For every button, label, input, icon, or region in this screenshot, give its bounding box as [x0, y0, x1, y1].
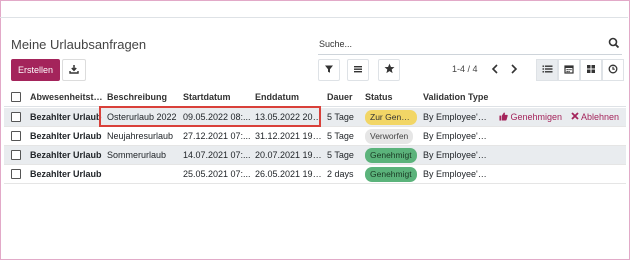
row-start-date: 14.07.2021 07:... — [183, 150, 251, 160]
filter-button[interactable] — [318, 59, 340, 81]
column-header[interactable]: Enddatum — [255, 92, 322, 102]
download-button[interactable] — [62, 59, 86, 81]
table-header-row: Abwesenheitsty... Beschreibung Startdatu… — [4, 88, 626, 107]
approve-label: Genehmigen — [510, 112, 563, 122]
column-header[interactable]: Validation Type — [423, 92, 513, 102]
favorites-button[interactable] — [378, 59, 400, 81]
column-header[interactable]: Beschreibung — [107, 92, 181, 102]
row-checkbox[interactable] — [11, 112, 21, 122]
column-header[interactable]: Dauer — [327, 92, 361, 102]
row-type: Bezahlter Urlaub — [30, 169, 102, 179]
row-duration: 2 days — [327, 169, 354, 179]
table-row[interactable]: Bezahlter Urlaub 25.05.2021 07:... 26.05… — [4, 165, 626, 184]
reject-button[interactable]: Ablehnen — [571, 112, 619, 122]
list-view-button[interactable] — [536, 59, 558, 81]
filter-icon — [324, 64, 334, 77]
search-input[interactable] — [319, 39, 589, 49]
download-icon — [69, 64, 79, 77]
calendar-view-button[interactable] — [558, 59, 580, 81]
column-header[interactable]: Abwesenheitsty... — [30, 92, 103, 102]
row-start-date: 27.12.2021 07:... — [183, 131, 251, 141]
row-duration: 5 Tage — [327, 150, 354, 160]
thumbs-up-icon — [499, 112, 508, 121]
pager-next-button[interactable] — [505, 60, 523, 80]
group-by-button[interactable] — [347, 59, 369, 81]
row-checkbox[interactable] — [11, 131, 21, 141]
row-type: Bezahlter Urlaub — [30, 150, 102, 160]
row-end-date: 31.12.2021 19:... — [255, 131, 322, 141]
create-button[interactable]: Erstellen — [11, 59, 60, 81]
reject-label: Ablehnen — [581, 112, 620, 122]
star-icon — [384, 63, 395, 77]
search-bar[interactable] — [318, 33, 622, 55]
table-row[interactable]: Bezahlter Urlaub Sommerurlaub 14.07.2021… — [4, 146, 626, 165]
row-duration: 5 Tage — [327, 112, 354, 122]
select-all-checkbox[interactable] — [11, 92, 21, 102]
row-type: Bezahlter Urlaub — [30, 131, 102, 141]
row-validation-type: By Employee's ... — [423, 131, 489, 141]
row-description: Sommerurlaub — [107, 150, 167, 160]
row-end-date: 20.07.2021 19:... — [255, 150, 322, 160]
row-divider — [4, 183, 626, 184]
row-start-date: 25.05.2021 07:... — [183, 169, 251, 179]
grid-icon — [586, 64, 596, 77]
approve-button[interactable]: Genehmigen — [499, 112, 562, 122]
search-icon[interactable] — [608, 37, 620, 49]
row-end-date: 26.05.2021 19:... — [255, 169, 322, 179]
highlight-box — [99, 106, 321, 127]
row-checkbox[interactable] — [11, 169, 21, 179]
row-duration: 5 Tage — [327, 131, 354, 141]
close-icon — [571, 112, 579, 120]
activity-view-button[interactable] — [602, 59, 624, 81]
status-badge: Verworfen — [365, 129, 414, 144]
clock-icon — [608, 64, 618, 77]
page-title: Meine Urlaubsanfragen — [11, 37, 147, 52]
row-status: Genehmigt — [365, 167, 421, 182]
row-validation-type: By Employee's ... — [423, 169, 489, 179]
calendar-icon — [564, 64, 574, 77]
list-view-icon — [542, 64, 553, 77]
row-validation-type: By Employee's ... — [423, 150, 489, 160]
row-validation-type: By Employee's ... — [423, 112, 489, 122]
pager-previous-button[interactable] — [486, 60, 504, 80]
pager-value[interactable]: 1-4 / 4 — [452, 64, 478, 74]
chevron-left-icon — [491, 63, 499, 77]
row-status: Genehmigt — [365, 148, 421, 163]
status-badge: Genehmigt — [365, 148, 417, 163]
table-row[interactable]: Bezahlter Urlaub Neujahresurlaub 27.12.2… — [4, 127, 626, 146]
list-lines-icon — [353, 64, 363, 77]
status-badge: Zur Gene... — [365, 110, 417, 125]
chevron-right-icon — [510, 63, 518, 77]
row-status: Zur Gene... — [365, 110, 421, 127]
kanban-view-button[interactable] — [580, 59, 602, 81]
status-badge: Genehmigt — [365, 167, 417, 182]
row-type: Bezahlter Urlaub — [30, 112, 102, 122]
row-status: Verworfen — [365, 129, 421, 144]
column-header[interactable]: Startdatum — [183, 92, 251, 102]
row-description: Neujahresurlaub — [107, 131, 174, 141]
row-checkbox[interactable] — [11, 150, 21, 160]
column-header[interactable]: Status — [365, 92, 421, 102]
